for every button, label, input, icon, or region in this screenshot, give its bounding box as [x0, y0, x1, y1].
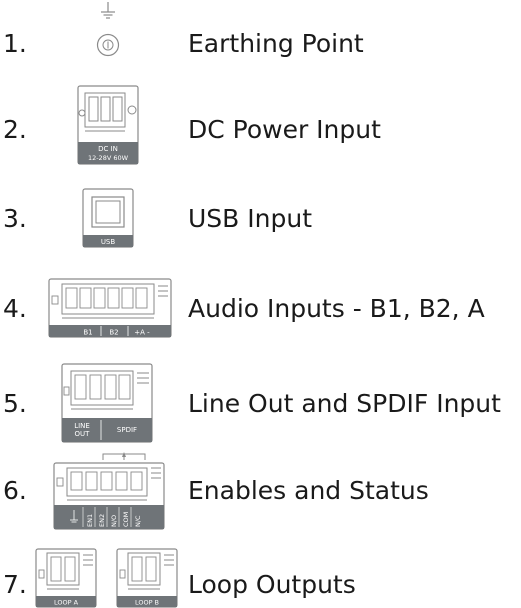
no-label: N/O — [110, 515, 118, 527]
nc-label: N/C — [134, 515, 142, 527]
line-label: LINE — [74, 422, 90, 430]
loop-a-connector-icon: LOOP A — [35, 548, 97, 608]
loop-b-connector-icon: LOOP B — [116, 548, 178, 608]
en2-label: EN2 — [98, 514, 106, 527]
dc-power-connector-icon: DC IN 12-28V 60W — [77, 85, 139, 165]
list-item-dc-power-input: 2. DC IN 12-28V 60W DC Power Input — [0, 85, 521, 165]
item-label: Earthing Point — [188, 29, 364, 58]
spdif-label: SPDIF — [117, 426, 137, 434]
loop-b-label: LOOP B — [135, 599, 159, 607]
line-out-spdif-connector-icon: LINE OUT SPDIF — [61, 363, 153, 443]
item-number: 6. — [3, 476, 27, 505]
list-item-usb-input: 3. USB USB Input — [0, 188, 521, 248]
item-label: DC Power Input — [188, 115, 381, 144]
dc-rating-label: 12-28V 60W — [88, 154, 129, 162]
b1-label: B1 — [83, 329, 92, 337]
list-item-loop-outputs: 7. LOOP A LOOP B Loop Outputs — [0, 548, 521, 608]
com-label: COM — [122, 512, 130, 527]
item-number: 5. — [3, 389, 27, 418]
earth-icon — [96, 2, 120, 57]
audio-inputs-connector-icon: B1 B2 +A - — [48, 278, 172, 338]
enables-status-connector-icon: EN1 EN2 N/O COM N/C — [53, 452, 165, 530]
item-label: Line Out and SPDIF Input — [188, 389, 501, 418]
list-item-line-out-spdif: 5. LINE OUT SPDIF Line Out and SPDIF Inp… — [0, 363, 521, 443]
a-label: +A - — [134, 329, 150, 337]
usb-label: USB — [101, 238, 116, 246]
list-item-audio-inputs: 4. B1 B2 +A - Audio Inputs - B1, B2, A — [0, 278, 521, 338]
item-label: USB Input — [188, 204, 312, 233]
dc-in-label: DC IN — [98, 145, 118, 153]
item-number: 3. — [3, 204, 27, 233]
item-label: Loop Outputs — [188, 570, 356, 599]
item-number: 7. — [3, 570, 27, 599]
en1-label: EN1 — [86, 514, 94, 527]
item-label: Audio Inputs - B1, B2, A — [188, 294, 485, 323]
out-label: OUT — [75, 430, 91, 438]
list-item-earthing-point: 1. Earthing Point — [0, 0, 521, 60]
list-item-enables-status: 6. EN1 EN2 N/O COM N/C Enables and Statu… — [0, 450, 521, 530]
usb-connector-icon: USB — [82, 188, 134, 248]
item-number: 1. — [3, 29, 27, 58]
item-number: 2. — [3, 115, 27, 144]
loop-a-label: LOOP A — [54, 599, 79, 607]
item-label: Enables and Status — [188, 476, 429, 505]
b2-label: B2 — [109, 329, 118, 337]
item-number: 4. — [3, 294, 27, 323]
